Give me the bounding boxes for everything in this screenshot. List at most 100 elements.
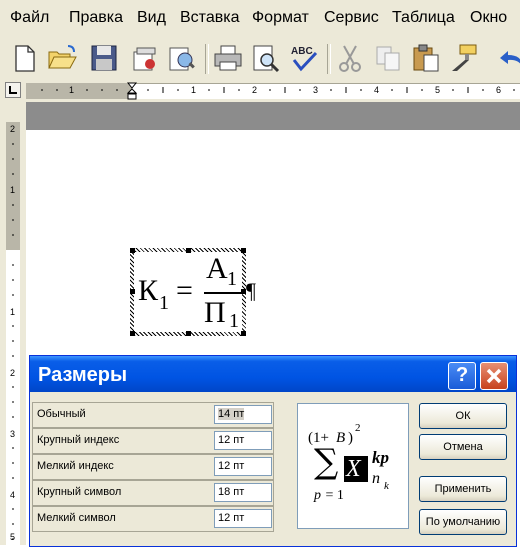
- size-label: Крупный индекс: [37, 434, 120, 446]
- size-row-normal: Обычный 14 пт: [32, 402, 274, 428]
- preview-box: (1+ B ) 2 ∑ X kp n k p = 1: [297, 403, 409, 529]
- equation-lhs-subscript: 1: [159, 292, 169, 314]
- size-value: 12 пт: [218, 460, 245, 472]
- dialog-title: Размеры: [38, 364, 128, 386]
- paragraph-mark: ¶: [246, 278, 256, 303]
- size-input-large-index[interactable]: 12 пт: [214, 431, 272, 450]
- new-document-icon[interactable]: [8, 42, 40, 74]
- size-label: Крупный символ: [37, 486, 122, 498]
- size-label: Мелкий индекс: [37, 460, 114, 472]
- preview-paren-exponent: 2: [355, 422, 361, 434]
- resize-handle[interactable]: [130, 248, 135, 253]
- default-button[interactable]: По умолчанию: [419, 509, 507, 535]
- equation-lhs: К: [138, 274, 159, 307]
- preview-subscript-index: k: [384, 480, 389, 492]
- tab-stop-selector[interactable]: [5, 82, 21, 98]
- ruler-number: 2: [10, 368, 16, 378]
- size-row-large-symbol: Крупный символ 18 пт: [32, 480, 274, 506]
- ruler-number: 3: [313, 85, 319, 95]
- resize-handle[interactable]: [130, 331, 135, 336]
- menu-insert[interactable]: Вставка: [180, 9, 239, 27]
- cancel-button[interactable]: Отмена: [419, 434, 507, 460]
- size-label: Мелкий символ: [37, 512, 116, 524]
- horizontal-ruler: 1 1 2 3 4 5 6: [0, 80, 520, 102]
- equation-denominator-subscript: 1: [229, 310, 239, 332]
- equation-numerator-subscript: 1: [227, 268, 237, 290]
- resize-handle[interactable]: [186, 331, 191, 336]
- ruler-number: 1: [10, 185, 16, 195]
- vertical-ruler: 2 1 1 2 3 4 5: [0, 102, 26, 545]
- ruler-number: 2: [10, 124, 16, 134]
- preview-lower-limit: = 1: [322, 488, 344, 503]
- size-value: 18 пт: [218, 486, 245, 498]
- preview-subscript: n: [372, 470, 380, 487]
- save-icon[interactable]: [88, 42, 120, 74]
- ruler-ticks: [12, 143, 14, 540]
- format-painter-icon[interactable]: [448, 42, 480, 74]
- paste-icon[interactable]: [410, 42, 442, 74]
- preview-sum-symbol: ∑: [314, 442, 339, 482]
- ruler-number: 1: [191, 85, 197, 95]
- open-folder-icon[interactable]: [46, 42, 78, 74]
- ruler-ticks: [41, 82, 515, 100]
- size-input-small-index[interactable]: 12 пт: [214, 457, 272, 476]
- menu-bar: Файл Правка Вид Вставка Формат Сервис Та…: [0, 0, 520, 38]
- ok-button[interactable]: ОК: [419, 403, 507, 429]
- resize-handle[interactable]: [241, 331, 246, 336]
- size-row-large-index: Крупный индекс 12 пт: [32, 428, 274, 454]
- resize-handle[interactable]: [130, 289, 135, 294]
- page-gap: [26, 102, 520, 130]
- sizes-dialog: Размеры ? Обычный 14 пт Крупный индекс 1…: [29, 355, 517, 547]
- menu-file[interactable]: Файл: [10, 9, 49, 27]
- size-row-small-index: Мелкий индекс 12 пт: [32, 454, 274, 480]
- fraction-bar: [204, 292, 242, 294]
- preview-superscript: kp: [372, 448, 389, 467]
- undo-icon[interactable]: [496, 42, 520, 74]
- ruler-number: 6: [496, 85, 502, 95]
- menu-format[interactable]: Формат: [252, 9, 309, 27]
- resize-handle[interactable]: [241, 248, 246, 253]
- equation-denominator: П: [204, 296, 226, 329]
- ruler-number: 1: [69, 85, 75, 95]
- resize-handle[interactable]: [186, 248, 191, 253]
- equation-equals: =: [176, 274, 193, 307]
- standard-toolbar: ABC: [0, 38, 520, 81]
- close-button[interactable]: [480, 362, 508, 390]
- svg-text:ABC: ABC: [291, 46, 313, 57]
- menu-table[interactable]: Таблица: [392, 9, 455, 27]
- menu-service[interactable]: Сервис: [324, 9, 379, 27]
- spelling-icon[interactable]: ABC: [288, 42, 320, 74]
- menu-view[interactable]: Вид: [137, 9, 166, 27]
- dialog-titlebar[interactable]: Размеры ?: [30, 356, 516, 392]
- preview-paren-close: ): [348, 430, 353, 446]
- equation-numerator: А: [206, 252, 228, 285]
- mail-recipient-icon[interactable]: [166, 42, 198, 74]
- copy-icon[interactable]: [372, 42, 404, 74]
- permission-icon[interactable]: [128, 42, 160, 74]
- size-input-small-symbol[interactable]: 12 пт: [214, 509, 272, 528]
- cut-icon[interactable]: [334, 42, 366, 74]
- preview-lower-limit-var: p: [314, 488, 321, 503]
- print-preview-icon[interactable]: [250, 42, 282, 74]
- help-icon: ?: [456, 364, 469, 386]
- ruler-number: 4: [374, 85, 380, 95]
- menu-edit[interactable]: Правка: [69, 9, 123, 27]
- help-button[interactable]: ?: [448, 362, 476, 390]
- size-input-large-symbol[interactable]: 18 пт: [214, 483, 272, 502]
- ruler-number: 4: [10, 490, 16, 500]
- print-icon[interactable]: [212, 42, 244, 74]
- apply-button[interactable]: Применить: [419, 476, 507, 502]
- ruler-number: 3: [10, 429, 16, 439]
- size-label: Обычный: [37, 408, 86, 420]
- close-icon: [486, 368, 502, 384]
- menu-window[interactable]: Окно: [470, 9, 507, 27]
- size-row-small-symbol: Мелкий символ 12 пт: [32, 506, 274, 532]
- equation-content: К 1 = А 1 П 1: [134, 252, 242, 332]
- ruler-number: 2: [252, 85, 258, 95]
- size-value: 12 пт: [218, 512, 245, 524]
- ruler-number: 5: [435, 85, 441, 95]
- toolbar-separator: [327, 44, 331, 74]
- size-input-normal[interactable]: 14 пт: [214, 405, 272, 424]
- preview-variable: X: [346, 456, 361, 482]
- equation-object[interactable]: К 1 = А 1 П 1: [130, 248, 246, 336]
